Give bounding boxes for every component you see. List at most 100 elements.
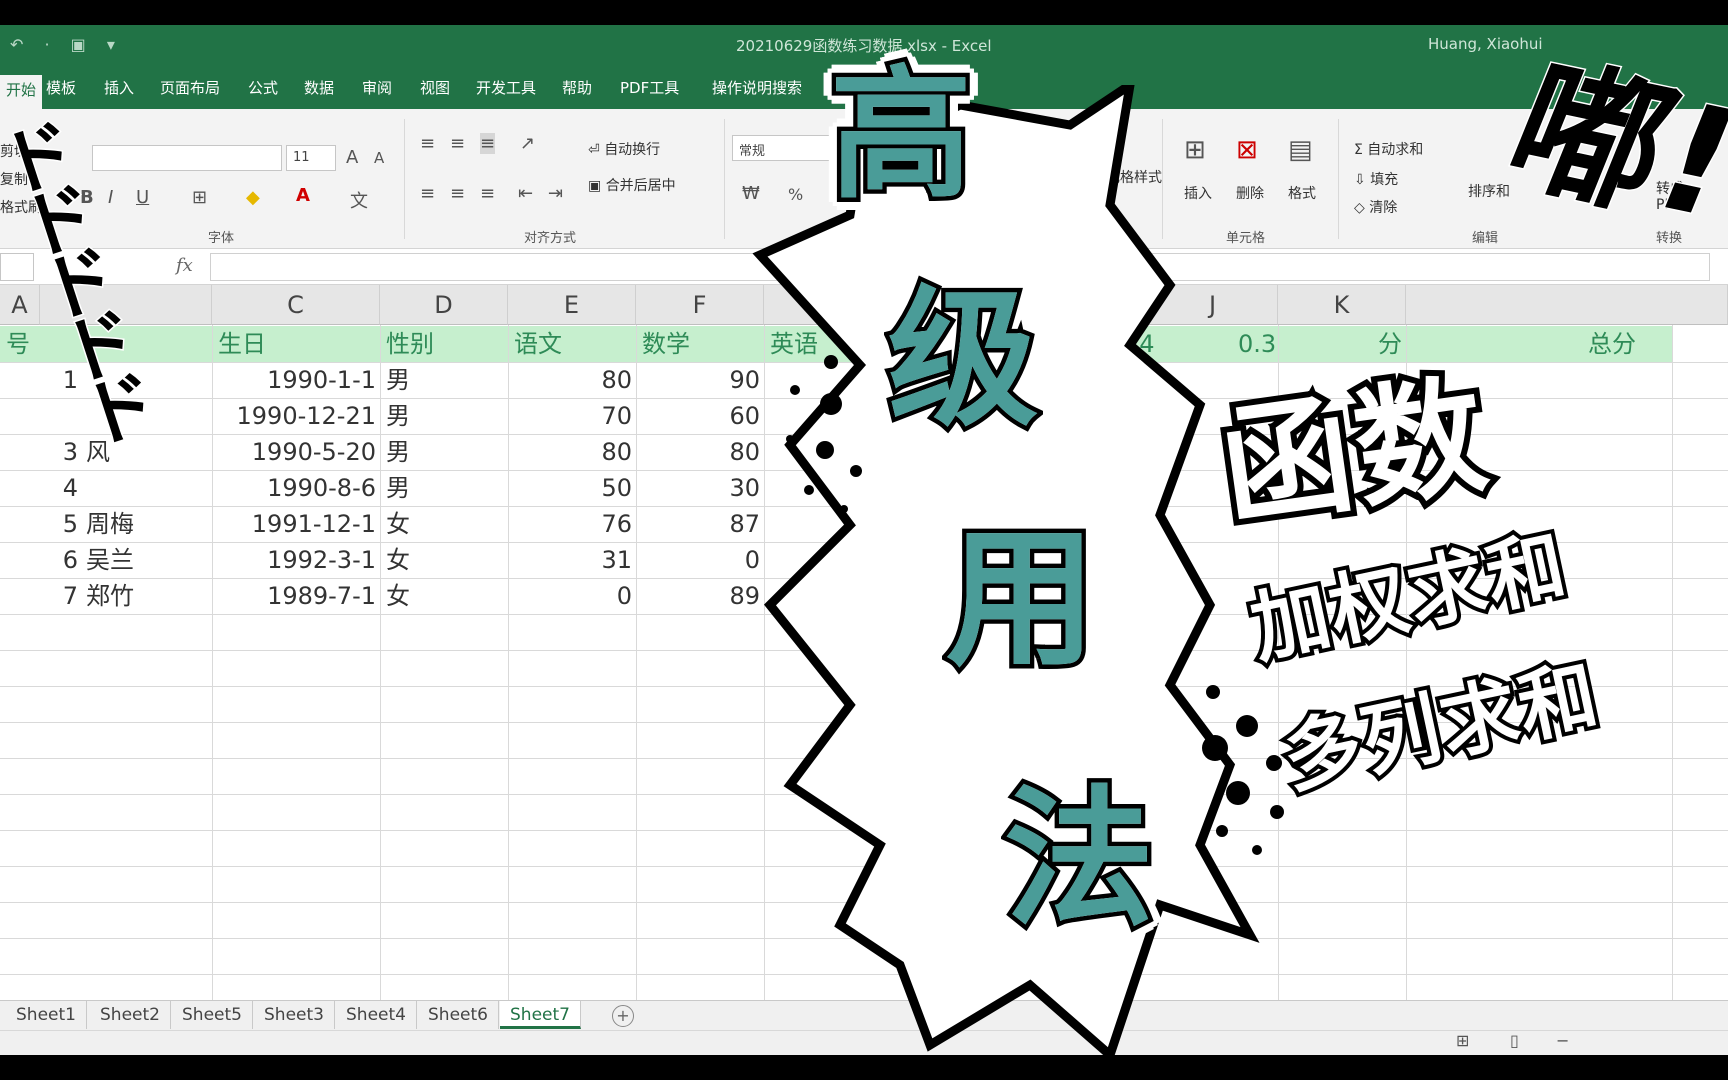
autosum-button[interactable]: Σ 自动求和 bbox=[1354, 139, 1423, 159]
italic-icon[interactable]: I bbox=[108, 187, 113, 208]
align-group-label: 对齐方式 bbox=[524, 231, 577, 246]
cell-chinese[interactable]: 70 bbox=[508, 398, 636, 434]
align-right-icon[interactable]: ≡ bbox=[480, 183, 495, 204]
merge-center-label: 合并后居中 bbox=[605, 178, 676, 194]
cell-gender[interactable]: 男 bbox=[386, 398, 410, 434]
tab-home[interactable]: 开始 bbox=[0, 75, 43, 109]
zoom-out-icon[interactable]: − bbox=[1556, 1031, 1569, 1050]
fill-color-icon[interactable]: ◆ bbox=[246, 187, 260, 208]
cell-no[interactable]: 4 bbox=[0, 470, 82, 506]
column-header-l-m[interactable] bbox=[1406, 285, 1728, 325]
format-cells-icon[interactable]: ▤ bbox=[1288, 135, 1313, 165]
cell-chinese[interactable]: 76 bbox=[508, 506, 636, 542]
wrap-text-button[interactable]: ⏎ 自动换行 bbox=[588, 139, 660, 159]
cell-gender[interactable]: 女 bbox=[386, 542, 410, 578]
sheet-tab-sheet6[interactable]: Sheet6 bbox=[418, 1001, 499, 1029]
cell-chinese[interactable]: 31 bbox=[508, 542, 636, 578]
cell-birthday[interactable]: 1991-12-1 bbox=[212, 506, 380, 542]
tab-data[interactable]: 数据 bbox=[304, 77, 334, 98]
user-name[interactable]: Huang, Xiaohui bbox=[1428, 35, 1543, 53]
sheet-tab-sheet3[interactable]: Sheet3 bbox=[254, 1001, 335, 1029]
halftone-dot bbox=[1270, 805, 1284, 819]
add-sheet-icon[interactable]: + bbox=[612, 1005, 634, 1027]
format-cells-label: 格式 bbox=[1288, 186, 1316, 202]
tab-developer[interactable]: 开发工具 bbox=[476, 77, 536, 98]
cell-birthday[interactable]: 1990-1-1 bbox=[212, 362, 380, 398]
increase-indent-icon[interactable]: ⇥ bbox=[548, 183, 563, 204]
cell-gender[interactable]: 女 bbox=[386, 578, 410, 614]
fill-button[interactable]: ⇩ 填充 bbox=[1354, 169, 1398, 189]
cell-birthday[interactable]: 1990-5-20 bbox=[212, 434, 380, 470]
align-left-icon[interactable]: ≡ bbox=[420, 183, 435, 204]
align-center-icon[interactable]: ≡ bbox=[450, 183, 465, 204]
tab-view[interactable]: 视图 bbox=[420, 77, 450, 98]
insert-function-icon[interactable]: fx bbox=[176, 255, 193, 276]
font-name-select[interactable] bbox=[92, 145, 282, 171]
merge-center-button[interactable]: ▣ 合并后居中 bbox=[588, 175, 676, 195]
underline-icon[interactable]: U bbox=[136, 187, 149, 208]
tab-help[interactable]: 帮助 bbox=[562, 77, 592, 98]
column-header-d[interactable]: D bbox=[380, 285, 508, 325]
clear-button[interactable]: ◇ 清除 bbox=[1354, 197, 1397, 217]
cell-birthday[interactable]: 1989-7-1 bbox=[212, 578, 380, 614]
cell-no[interactable]: 3 bbox=[0, 434, 82, 470]
header-cell-math[interactable]: 数学 bbox=[636, 326, 690, 362]
cell-name[interactable]: 吴兰 bbox=[86, 542, 134, 578]
tab-pdf-tools[interactable]: PDF工具 bbox=[620, 77, 679, 98]
cell-no[interactable]: 5 bbox=[0, 506, 82, 542]
header-cell-birthday[interactable]: 生日 bbox=[212, 326, 266, 362]
header-cell-no[interactable]: 号 bbox=[0, 326, 30, 362]
topic-text: 函数 bbox=[1206, 352, 1505, 552]
align-top-icon[interactable]: ≡ bbox=[420, 133, 435, 154]
header-cell-chinese[interactable]: 语文 bbox=[508, 326, 562, 362]
cell-birthday[interactable]: 1990-12-21 bbox=[212, 398, 380, 434]
cell-chinese[interactable]: 0 bbox=[508, 578, 636, 614]
sheet-tab-sheet2[interactable]: Sheet2 bbox=[90, 1001, 171, 1029]
grid-col-line bbox=[1672, 325, 1673, 1025]
sheet-tab-sheet7[interactable]: Sheet7 bbox=[500, 1001, 581, 1029]
cell-gender[interactable]: 男 bbox=[386, 362, 410, 398]
cell-no[interactable]: 7 bbox=[0, 578, 82, 614]
cell-name[interactable]: 周梅 bbox=[86, 506, 134, 542]
decrease-indent-icon[interactable]: ⇤ bbox=[518, 183, 533, 204]
title-char-3: 用 bbox=[941, 513, 1100, 687]
tab-template[interactable]: 模板 bbox=[46, 77, 76, 98]
font-color-icon[interactable]: A bbox=[296, 185, 310, 206]
font-size-select[interactable]: 11 bbox=[286, 145, 336, 171]
normal-view-icon[interactable]: ⊞ bbox=[1456, 1031, 1469, 1050]
column-header-k[interactable]: K bbox=[1278, 285, 1406, 325]
tab-insert[interactable]: 插入 bbox=[104, 77, 134, 98]
phonetic-icon[interactable]: 文 bbox=[350, 187, 368, 213]
cell-birthday[interactable]: 1992-3-1 bbox=[212, 542, 380, 578]
decrease-font-icon[interactable]: A bbox=[374, 149, 384, 167]
cell-gender[interactable]: 男 bbox=[386, 434, 410, 470]
cell-no[interactable]: 6 bbox=[0, 542, 82, 578]
tab-review[interactable]: 审阅 bbox=[362, 77, 392, 98]
align-middle-icon[interactable]: ≡ bbox=[450, 133, 465, 154]
cell-chinese[interactable]: 80 bbox=[508, 362, 636, 398]
cell-birthday[interactable]: 1990-8-6 bbox=[212, 470, 380, 506]
borders-icon[interactable]: ⊞ bbox=[192, 187, 207, 208]
column-header-c[interactable]: C bbox=[212, 285, 380, 325]
cell-chinese[interactable]: 80 bbox=[508, 434, 636, 470]
cell-gender[interactable]: 男 bbox=[386, 470, 410, 506]
sheet-tab-sheet4[interactable]: Sheet4 bbox=[336, 1001, 417, 1029]
header-cell-gender[interactable]: 性别 bbox=[380, 326, 434, 362]
tab-page-layout[interactable]: 页面布局 bbox=[160, 77, 220, 98]
autosum-label: 自动求和 bbox=[1367, 142, 1424, 158]
sheet-tab-sheet5[interactable]: Sheet5 bbox=[172, 1001, 253, 1029]
header-cell-total[interactable]: 总分 bbox=[1582, 326, 1636, 362]
column-header-e[interactable]: E bbox=[508, 285, 636, 325]
increase-font-icon[interactable]: A bbox=[346, 147, 358, 168]
sheet-tab-sheet1[interactable]: Sheet1 bbox=[6, 1001, 87, 1029]
tab-formulas[interactable]: 公式 bbox=[248, 77, 278, 98]
halftone-dot bbox=[804, 485, 814, 495]
cell-name[interactable]: 郑竹 bbox=[86, 578, 134, 614]
cell-gender[interactable]: 女 bbox=[386, 506, 410, 542]
quick-access-toolbar[interactable]: ↶ · ▣ ▾ bbox=[10, 35, 123, 54]
cell-chinese[interactable]: 50 bbox=[508, 470, 636, 506]
excel-window: ↶ · ▣ ▾ 20210629函数练习数据.xlsx - Excel Huan… bbox=[0, 25, 1728, 1055]
page-layout-view-icon[interactable]: ▯ bbox=[1510, 1031, 1519, 1050]
orientation-icon[interactable]: ↗ bbox=[520, 133, 535, 154]
align-bottom-icon[interactable]: ≡ bbox=[480, 133, 496, 154]
